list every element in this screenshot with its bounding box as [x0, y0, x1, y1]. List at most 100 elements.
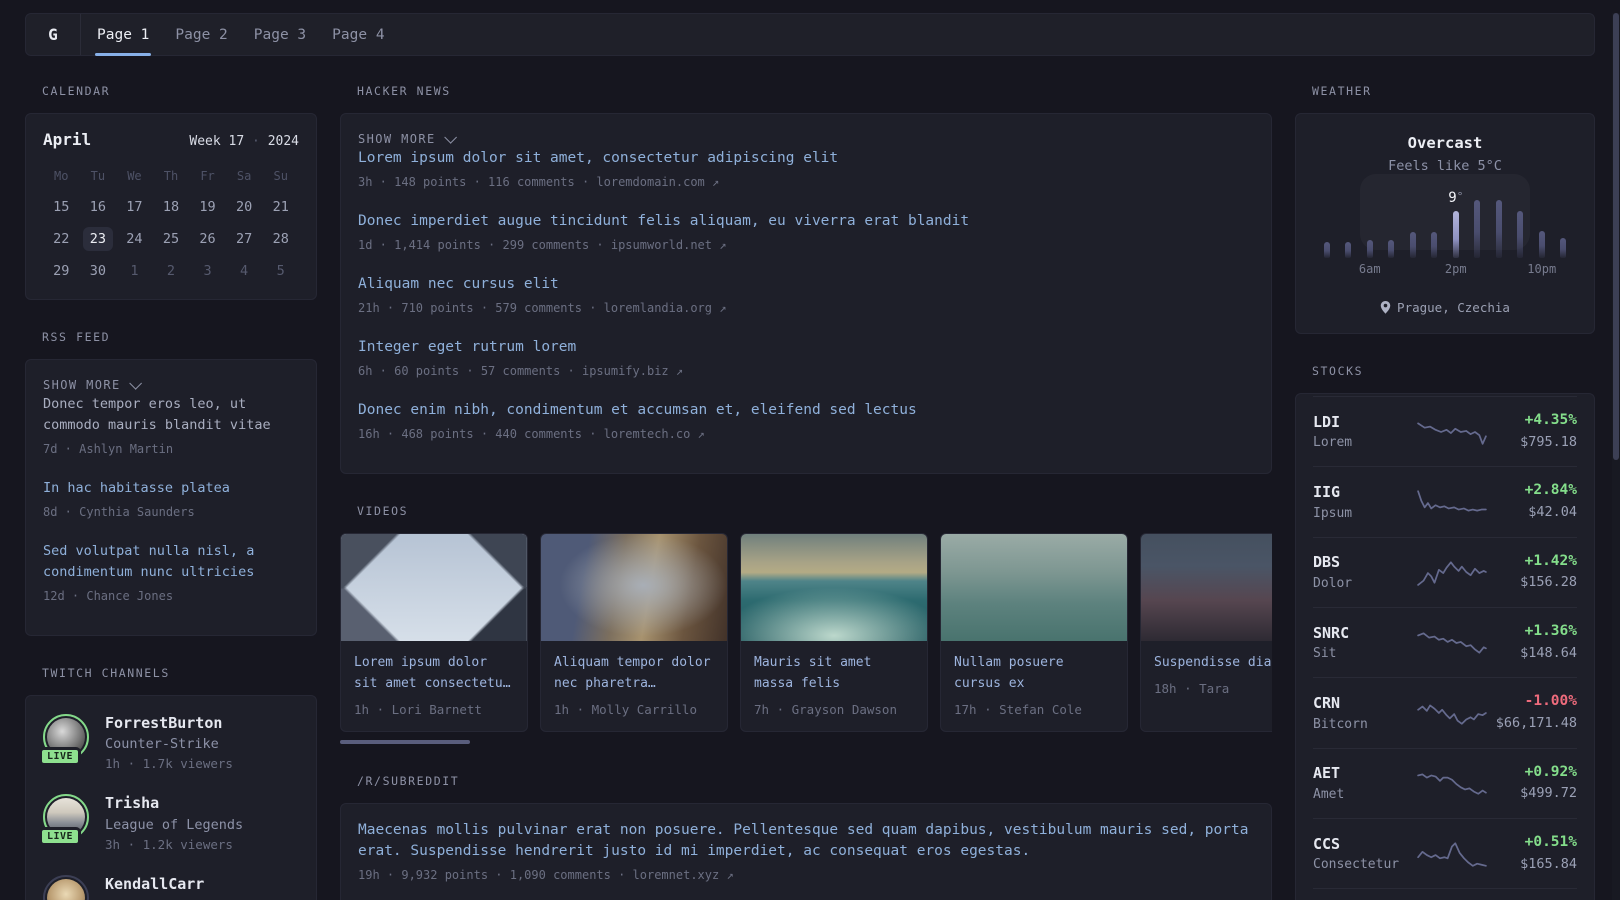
- twitch-channel-name[interactable]: KendallCarr: [105, 873, 204, 896]
- hn-show-more-button[interactable]: SHOW MORE: [358, 130, 457, 148]
- video-meta: 1h · Lori Barnett: [354, 701, 482, 717]
- twitch-channel-row[interactable]: LIVE Trisha League of Legends 3h · 1.2k …: [39, 792, 299, 855]
- stock-sparkline: [1417, 632, 1487, 654]
- calendar-card: April Week 17 · 2024 Mo Tu We Th Fr Sa Su 15 1…: [25, 113, 317, 300]
- weather-bar-cell: [1510, 198, 1532, 258]
- video-card[interactable]: Lorem ipsum dolor sit amet consectetu… 1…: [340, 533, 528, 732]
- videos-row: Lorem ipsum dolor sit amet consectetu… 1…: [340, 533, 1272, 732]
- stock-row[interactable]: CCS Consectetur +0.51% $165.84: [1313, 818, 1577, 888]
- stock-row[interactable]: DBS Dolor +1.42% $156.28: [1313, 536, 1577, 607]
- stock-name: Dolor: [1313, 575, 1353, 591]
- weather-bar: [1366, 240, 1373, 258]
- page-scrollbar-thumb[interactable]: [1613, 13, 1619, 460]
- twitch-section-label: TWITCH CHANNELS: [42, 665, 170, 680]
- weather-condition: Overcast: [1407, 134, 1483, 152]
- calendar-day-number: 4: [240, 263, 249, 279]
- video-thumbnail[interactable]: [741, 534, 927, 642]
- stocks-card: LDI Lorem +4.35% $795.18 IIG Ipsum +2.84…: [1295, 393, 1595, 900]
- video-title[interactable]: Mauris sit amet massa felis: [754, 653, 914, 695]
- calendar-day: 4: [226, 259, 263, 283]
- twitch-channel-name[interactable]: Trisha: [105, 792, 243, 815]
- weather-card: Overcast Feels like 5°C 6am 2pm 10pm 9° …: [1295, 113, 1595, 334]
- page-tab[interactable]: Page 2: [173, 14, 229, 55]
- weather-location: Prague, Czechia: [1397, 300, 1510, 315]
- stock-name: Ipsum: [1313, 505, 1353, 521]
- stock-row[interactable]: CRN Bitcorn -1.00% $66,171.48: [1313, 677, 1577, 747]
- calendar-day: 15: [43, 195, 80, 219]
- video-card-body: Suspendisse diam 18h · Tara: [1141, 641, 1272, 710]
- page-tab[interactable]: Page 4: [330, 14, 386, 55]
- calendar-day-number: 19: [199, 199, 216, 215]
- weather-bar-cell: [1316, 198, 1338, 258]
- video-meta: 17h · Stefan Cole: [954, 701, 1082, 717]
- live-badge: LIVE: [39, 746, 82, 766]
- video-card[interactable]: Mauris sit amet massa felis 7h · Grayson…: [740, 533, 928, 732]
- twitch-channel-row[interactable]: LIVE ForrestBurton Counter-Strike 1h · 1…: [39, 712, 299, 775]
- stock-row[interactable]: AET Amet +0.92% $499.72: [1313, 747, 1577, 818]
- calendar-section-label: CALENDAR: [42, 84, 111, 98]
- stock-change: +1.36%: [1524, 623, 1577, 640]
- video-card[interactable]: Suspendisse diam 18h · Tara: [1140, 533, 1272, 732]
- stock-row[interactable]: IIG Ipsum +2.84% $42.04: [1313, 466, 1577, 536]
- stock-name: Bitcorn: [1313, 716, 1368, 732]
- video-thumbnail[interactable]: [341, 534, 527, 642]
- page-tab[interactable]: Page 3: [252, 14, 308, 55]
- video-title[interactable]: Aliquam tempor dolor nec pharetra…: [554, 653, 714, 695]
- video-card-body: Nullam posuere cursus ex 17h · Stefan Co…: [941, 641, 1127, 731]
- rss-widget: RSS FEED SHOW MORE Donec tempor eros leo…: [25, 330, 317, 636]
- rss-item-title[interactable]: Donec tempor eros leo, ut commodo mauris…: [43, 394, 299, 436]
- calendar-day-number: 5: [276, 263, 285, 279]
- avatar: [47, 879, 85, 900]
- rss-item-meta: 12d · Chance Jones: [43, 588, 174, 603]
- rss-item-meta: 7d · Ashlyn Martin: [43, 441, 174, 456]
- stock-row[interactable]: LDI Lorem +4.35% $795.18: [1313, 396, 1577, 466]
- video-title[interactable]: Lorem ipsum dolor sit amet consectetu…: [354, 653, 514, 695]
- weather-bar-cell: [1424, 198, 1446, 258]
- twitch-channel-row[interactable]: LIVE KendallCarr: [43, 873, 299, 900]
- video-thumbnail[interactable]: [941, 534, 1127, 642]
- rss-item-title[interactable]: In hac habitasse platea: [43, 478, 299, 499]
- calendar-day: 30: [80, 259, 117, 283]
- rss-item-title[interactable]: Sed volutpat nulla nisl, a condimentum n…: [43, 541, 299, 583]
- hn-story-title[interactable]: Integer eget rutrum lorem: [358, 337, 1254, 358]
- weather-bar: [1560, 238, 1567, 258]
- hn-story-title[interactable]: Donec imperdiet augue tincidunt felis al…: [358, 211, 1254, 232]
- rss-show-more-button[interactable]: SHOW MORE: [43, 376, 142, 394]
- rss-item: In hac habitasse platea 8d · Cynthia Sau…: [43, 478, 299, 521]
- calendar-day-number: 22: [53, 231, 70, 247]
- stock-values: +0.51% $165.84: [1495, 832, 1577, 875]
- hn-story-meta: 16h · 468 points · 440 comments · loremt…: [358, 427, 705, 442]
- video-card[interactable]: Nullam posuere cursus ex 17h · Stefan Co…: [940, 533, 1128, 732]
- hn-story-title[interactable]: Lorem ipsum dolor sit amet, consectetur …: [358, 148, 1254, 169]
- video-title[interactable]: Suspendisse diam: [1154, 653, 1272, 674]
- stock-row[interactable]: SNRC Sit +1.36% $148.64: [1313, 607, 1577, 677]
- stock-price: $42.04: [1528, 504, 1577, 521]
- calendar-day: 1: [116, 259, 153, 283]
- twitch-channel-name[interactable]: ForrestBurton: [105, 712, 233, 735]
- video-title[interactable]: Nullam posuere cursus ex: [954, 653, 1114, 695]
- hn-story-title[interactable]: Aliquam nec cursus elit: [358, 274, 1254, 295]
- twitch-avatar-ring: LIVE: [43, 875, 89, 900]
- subreddit-card: Maecenas mollis pulvinar erat non posuer…: [340, 802, 1272, 900]
- stock-change: +0.92%: [1524, 763, 1577, 780]
- hn-story-title[interactable]: Donec enim nibh, condimentum et accumsan…: [358, 400, 1254, 421]
- weather-time-label: 10pm: [1527, 262, 1557, 276]
- dashboard-page: G Page 1 Page 2 Page 3 Page 4 CALENDAR A…: [25, 13, 1595, 900]
- video-thumbnail[interactable]: [541, 534, 727, 642]
- weather-time-label: 2pm: [1444, 262, 1467, 276]
- stock-id: LDI Lorem: [1313, 411, 1409, 453]
- calendar-weekday: Mo: [54, 169, 69, 183]
- video-card[interactable]: Aliquam tempor dolor nec pharetra… 1h · …: [540, 533, 728, 732]
- calendar-day-grid: 15 16 17 18 19 20 21 22 23 24 25 26 27 2…: [43, 195, 299, 283]
- weather-chart: 6am 2pm 10pm 9°: [1316, 186, 1574, 284]
- stock-id: CRN Bitcorn: [1313, 692, 1409, 734]
- hn-story-meta: 21h · 710 points · 579 comments · loreml…: [358, 301, 727, 316]
- calendar-week-prefix: Week: [189, 134, 221, 149]
- subreddit-post-title[interactable]: Maecenas mollis pulvinar erat non posuer…: [358, 820, 1254, 862]
- live-badge: LIVE: [39, 827, 82, 847]
- page-tab[interactable]: Page 1: [95, 14, 152, 56]
- stock-row[interactable]: AHS +0.46%: [1313, 888, 1577, 900]
- videos-scrollbar-thumb[interactable]: [340, 739, 470, 744]
- video-thumbnail[interactable]: [1141, 534, 1272, 642]
- page-tab-label: Page 1: [97, 26, 150, 43]
